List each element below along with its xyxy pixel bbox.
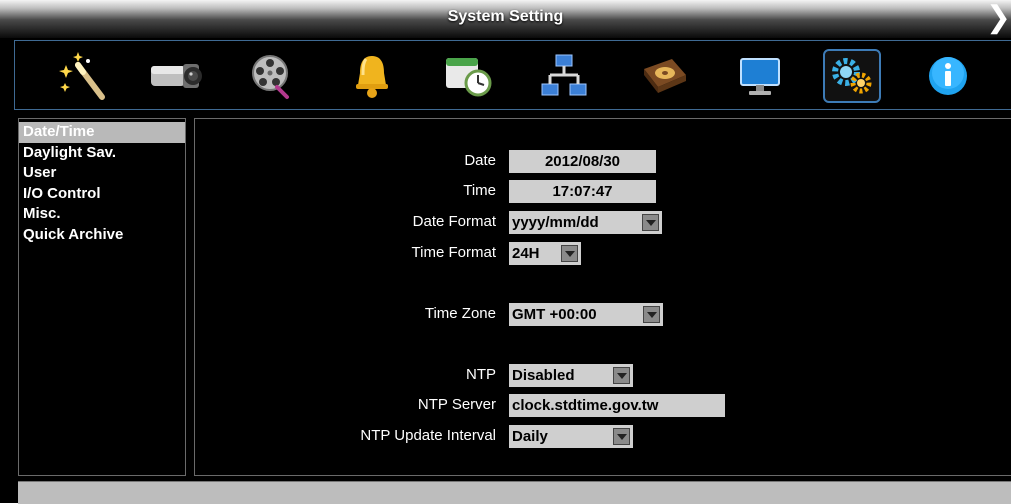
ntp-select[interactable]: Disabled	[509, 364, 633, 387]
time-zone-select[interactable]: GMT +00:00	[509, 303, 663, 326]
toolbar-camera-button[interactable]	[147, 49, 205, 103]
ntp-label: NTP	[466, 366, 496, 383]
date-field[interactable]: 2012/08/30	[509, 150, 656, 173]
hard-disk-icon	[644, 59, 686, 93]
toolbar-playback-button[interactable]	[243, 49, 301, 103]
category-toolbar	[14, 40, 1011, 110]
toolbar-display-button[interactable]	[731, 49, 789, 103]
toolbar-system-button[interactable]	[823, 49, 881, 103]
ntp-server-input[interactable]: clock.stdtime.gov.tw	[509, 394, 725, 417]
chevron-down-icon[interactable]	[643, 306, 660, 323]
menu-item-user[interactable]: User	[19, 163, 185, 184]
system-setting-window: System Setting ❯ Date/Time Daylight Sav.…	[0, 0, 1011, 504]
time-field[interactable]: 17:07:47	[509, 180, 656, 203]
toolbar-schedule-button[interactable]	[439, 49, 497, 103]
chevron-down-icon[interactable]	[613, 367, 630, 384]
menu-item-io-control[interactable]: I/O Control	[19, 184, 185, 205]
time-label: Time	[463, 182, 496, 199]
chevron-down-icon[interactable]	[613, 428, 630, 445]
monitor-icon	[740, 58, 780, 95]
toolbar-storage-button[interactable]	[635, 49, 693, 103]
status-bar	[18, 481, 1011, 504]
time-zone-value: GMT +00:00	[512, 306, 597, 323]
title-bar: System Setting ❯	[0, 0, 1011, 38]
time-format-select[interactable]: 24H	[509, 242, 581, 265]
system-gears-icon	[832, 58, 872, 94]
schedule-clock-icon	[446, 58, 492, 97]
settings-menu: Date/Time Daylight Sav. User I/O Control…	[18, 118, 186, 476]
time-format-value: 24H	[512, 245, 540, 262]
toolbar-network-button[interactable]	[535, 49, 593, 103]
film-reel-icon	[252, 55, 289, 99]
toolbar-info-button[interactable]	[919, 49, 977, 103]
close-icon[interactable]: ❯	[986, 3, 1011, 33]
menu-item-daylight-saving[interactable]: Daylight Sav.	[19, 143, 185, 164]
toolbar-alarm-button[interactable]	[343, 49, 401, 103]
window-title: System Setting	[447, 8, 564, 25]
menu-item-quick-archive[interactable]: Quick Archive	[19, 225, 185, 246]
date-time-panel: Date 2012/08/30 Time 17:07:47 Date Forma…	[194, 118, 1011, 476]
toolbar-wizard-button[interactable]	[53, 49, 111, 103]
ntp-update-interval-select[interactable]: Daily	[509, 425, 633, 448]
bell-icon	[356, 56, 388, 98]
date-format-label: Date Format	[412, 213, 496, 230]
ntp-value: Disabled	[512, 367, 575, 384]
menu-item-date-time[interactable]: Date/Time	[19, 122, 185, 143]
menu-item-misc[interactable]: Misc.	[19, 204, 185, 225]
network-icon	[541, 54, 587, 96]
wizard-wand-icon	[59, 52, 105, 100]
date-label: Date	[464, 152, 496, 169]
ntp-update-interval-value: Daily	[512, 428, 548, 445]
time-zone-label: Time Zone	[424, 305, 496, 322]
chevron-down-icon[interactable]	[561, 245, 578, 262]
date-format-select[interactable]: yyyy/mm/dd	[509, 211, 662, 234]
date-format-value: yyyy/mm/dd	[512, 214, 599, 231]
time-format-label: Time Format	[411, 244, 496, 261]
ntp-update-interval-label: NTP Update Interval	[360, 427, 496, 444]
chevron-down-icon[interactable]	[642, 214, 659, 231]
info-icon	[929, 57, 967, 95]
ntp-server-label: NTP Server	[417, 396, 496, 413]
camera-icon	[151, 64, 202, 88]
